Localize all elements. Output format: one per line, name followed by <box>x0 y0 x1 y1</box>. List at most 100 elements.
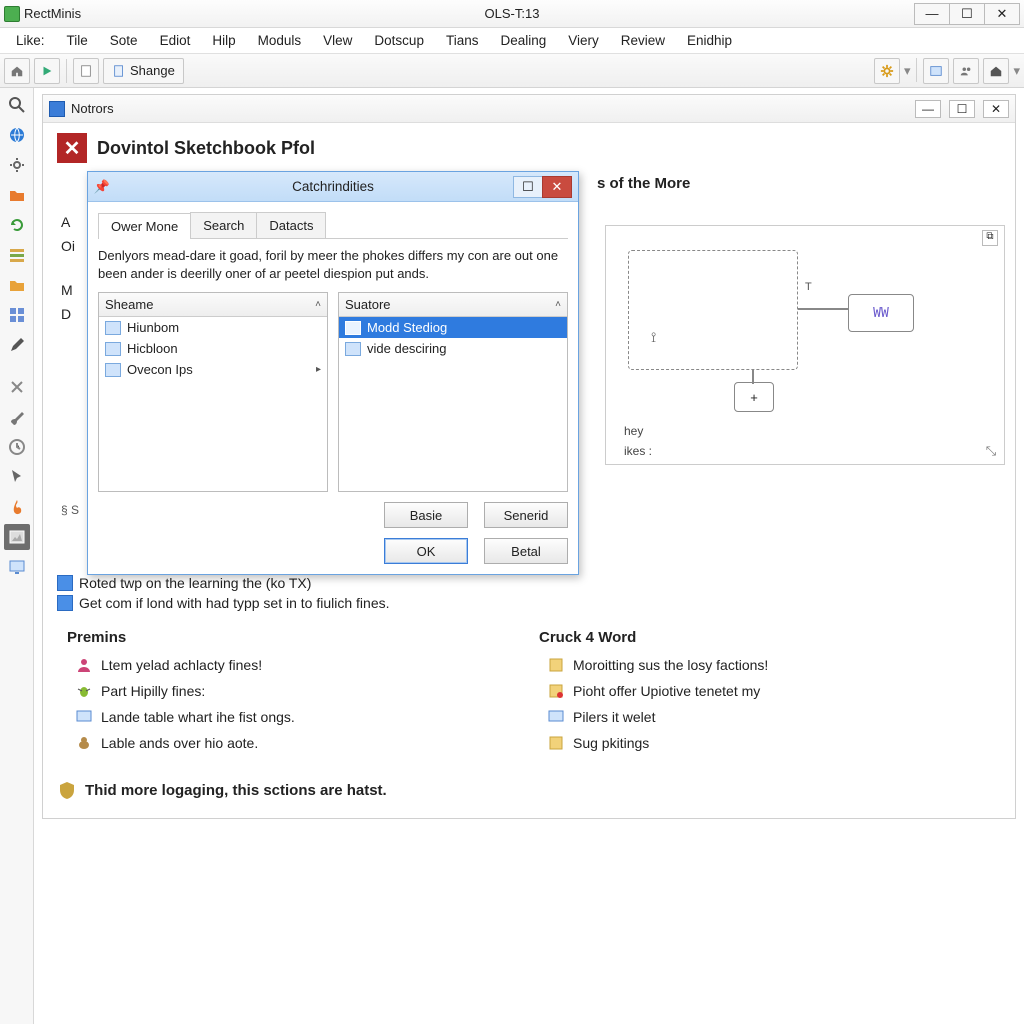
info-text-1: Roted twp on the learning the (ko TX) <box>79 575 311 591</box>
list-item-vide[interactable]: vide desciring <box>339 338 567 359</box>
doc-maximize-button[interactable]: ☐ <box>949 100 975 118</box>
tool-people-icon[interactable] <box>953 58 979 84</box>
menu-viery[interactable]: Viery <box>558 30 609 51</box>
tool-gear-icon[interactable] <box>874 58 900 84</box>
banner-title: Dovintol Sketchbook Pfol <box>97 138 315 159</box>
diagram-resize-icon[interactable]: ⤡ <box>982 442 1000 460</box>
side-clock-icon[interactable] <box>4 434 30 460</box>
diagram-handle-icon: ⟟ <box>651 329 656 346</box>
side-cursor-icon[interactable] <box>4 464 30 490</box>
list-item-modrl[interactable]: Modd Stediog <box>339 317 567 338</box>
toolbar-separator <box>66 59 67 83</box>
doc-title: Notrors <box>71 101 114 116</box>
menu-tians[interactable]: Tians <box>436 30 489 51</box>
list-item-hicbloon[interactable]: Hicbloon <box>99 338 327 359</box>
side-brush-icon[interactable] <box>4 404 30 430</box>
menu-like[interactable]: Like: <box>6 30 55 51</box>
modal-maximize-button[interactable]: ☐ <box>513 176 543 198</box>
side-image-icon[interactable] <box>4 524 30 550</box>
tool-shange-button[interactable]: Shange <box>103 58 184 84</box>
modal-close-button[interactable]: ✕ <box>542 176 572 198</box>
senerid-button[interactable]: Senerid <box>484 502 568 528</box>
tool-doc-icon[interactable] <box>73 58 99 84</box>
person-icon <box>75 656 93 674</box>
list-item[interactable]: Lable ands over hio aote. <box>75 734 529 752</box>
diagram-copy-icon[interactable]: ⧉ <box>982 230 998 246</box>
menu-moduls[interactable]: Moduls <box>248 30 312 51</box>
side-tools-icon[interactable] <box>4 374 30 400</box>
list-item-ovecon[interactable]: Ovecon Ips▸ <box>99 359 327 380</box>
tool-play-icon[interactable] <box>34 58 60 84</box>
side-folder-icon[interactable] <box>4 272 30 298</box>
letter-o: Oi <box>61 235 75 257</box>
side-gear-icon[interactable] <box>4 152 30 178</box>
side-pencil-icon[interactable] <box>4 332 30 358</box>
betal-button[interactable]: Betal <box>484 538 568 564</box>
menu-review[interactable]: Review <box>611 30 675 51</box>
side-monitor-icon[interactable] <box>4 554 30 580</box>
menu-view[interactable]: Vlew <box>313 30 362 51</box>
title-bar: RectMinis OLS-T:13 — ☐ ✕ <box>0 0 1024 28</box>
tool-home-icon[interactable] <box>4 58 30 84</box>
diagram-t-icon: T <box>805 281 815 293</box>
column-cruck: Cruck 4 Word Moroitting sus the losy fac… <box>529 629 1001 760</box>
right-list-header[interactable]: Suatore˄ <box>339 293 567 317</box>
info-lines: Roted twp on the learning the (ko TX) Ge… <box>57 575 1001 611</box>
side-refresh-icon[interactable] <box>4 212 30 238</box>
tab-owermone[interactable]: Ower Mone <box>98 213 191 239</box>
menu-bar: Like: Tile Sote Ediot Hilp Moduls Vlew D… <box>0 28 1024 54</box>
list-item[interactable]: Ltem yelad achlacty fines! <box>75 656 529 674</box>
left-listbox[interactable]: Sheame˄ Hiunbom Hicbloon Ovecon Ips▸ <box>98 292 328 492</box>
list-item[interactable]: Part Hipilly fines: <box>75 682 529 700</box>
menu-ediot[interactable]: Ediot <box>150 30 201 51</box>
side-search-icon[interactable] <box>4 92 30 118</box>
list-item[interactable]: Pioht offer Upiotive tenetet my <box>547 682 1001 700</box>
diagram-wave-block: WW <box>848 294 914 332</box>
side-grid-icon[interactable] <box>4 302 30 328</box>
close-button[interactable]: ✕ <box>984 3 1020 25</box>
pin-icon[interactable]: 📌 <box>94 179 110 195</box>
tool-house-icon[interactable] <box>983 58 1009 84</box>
menu-dotscup[interactable]: Dotscup <box>364 30 434 51</box>
diagram-caption1: hey <box>624 424 643 438</box>
info-line-1[interactable]: Roted twp on the learning the (ko TX) <box>57 575 1001 591</box>
menu-dealing[interactable]: Dealing <box>490 30 556 51</box>
menu-enidhip[interactable]: Enidhip <box>677 30 742 51</box>
item-icon <box>345 342 361 356</box>
left-list-header[interactable]: Sheame˄ <box>99 293 327 317</box>
minimize-button[interactable]: — <box>914 3 950 25</box>
content-area: Notrors — ☐ ✕ ✕ Dovintol Sketchbook Pfol… <box>34 88 1024 1024</box>
list-item-hiunbom[interactable]: Hiunbom <box>99 317 327 338</box>
info-line-2[interactable]: Get com if lond with had typp set in to … <box>57 595 1001 611</box>
diagram-caption2: ikes : <box>624 444 652 458</box>
modal-tabs: Ower Mone Search Datacts <box>98 212 568 239</box>
right-listbox[interactable]: Suatore˄ Modd Stediog vide desciring <box>338 292 568 492</box>
toolbar-separator <box>916 58 917 82</box>
doc-close-button[interactable]: ✕ <box>983 100 1009 118</box>
maximize-button[interactable]: ☐ <box>949 3 985 25</box>
list-item[interactable]: Lande table whart ihe fist ongs. <box>75 708 529 726</box>
menu-sote[interactable]: Sote <box>100 30 148 51</box>
tab-search[interactable]: Search <box>190 212 257 238</box>
column-premins: Premins Ltem yelad achlacty fines! Part … <box>57 629 529 760</box>
doc-minimize-button[interactable]: — <box>915 100 941 118</box>
ok-button[interactable]: OK <box>384 538 468 564</box>
list-item[interactable]: Moroitting sus the losy factions! <box>547 656 1001 674</box>
basie-button[interactable]: Basie <box>384 502 468 528</box>
side-flame-icon[interactable] <box>4 494 30 520</box>
side-globe-icon[interactable] <box>4 122 30 148</box>
col-left-title: Premins <box>67 629 529 646</box>
tab-datacts[interactable]: Datacts <box>256 212 326 238</box>
modal-dialog: 📌 Catchrindities ☐ ✕ Ower Mone Search Da… <box>87 171 579 575</box>
list-item[interactable]: Pilers it welet <box>547 708 1001 726</box>
list-item[interactable]: Sug pkitings <box>547 734 1001 752</box>
menu-tile[interactable]: Tile <box>57 30 98 51</box>
tool-window-icon[interactable] <box>923 58 949 84</box>
doc-titlebar: Notrors — ☐ ✕ <box>43 95 1015 123</box>
side-folder-orange-icon[interactable] <box>4 182 30 208</box>
chevron-icon: ˄ <box>555 299 561 310</box>
modal-titlebar[interactable]: 📌 Catchrindities ☐ ✕ <box>88 172 578 202</box>
side-list-icon[interactable] <box>4 242 30 268</box>
item-icon <box>105 363 121 377</box>
menu-hilp[interactable]: Hilp <box>202 30 245 51</box>
